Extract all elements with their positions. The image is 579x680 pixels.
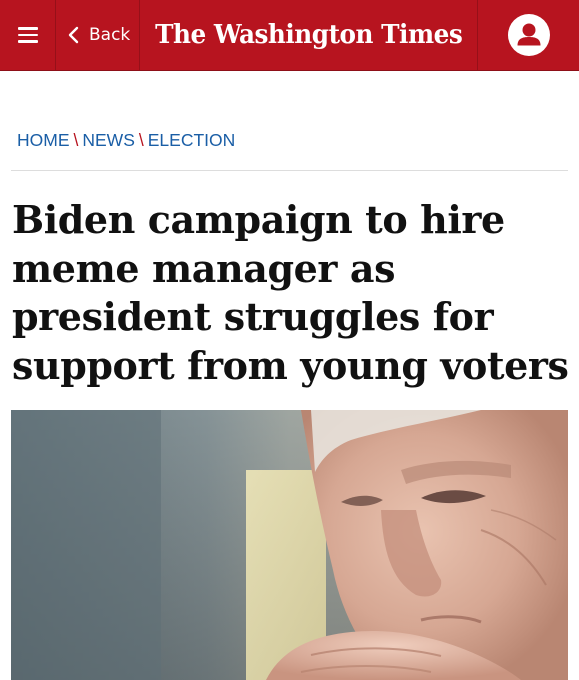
back-label: Back [89,25,131,45]
breadcrumb-election[interactable]: ELECTION [148,130,236,150]
menu-button[interactable] [0,0,55,70]
hamburger-icon [17,27,38,43]
site-logo-text: The Washington Times [154,20,463,50]
back-button[interactable]: Back [56,0,139,70]
article-page: Back The Washington Times HOME \ NEWS \ ELEC… [0,0,579,680]
account-button[interactable] [478,0,579,70]
top-nav-bar: Back The Washington Times [0,0,579,71]
chevron-left-icon [68,26,79,44]
article-hero-image[interactable] [11,410,568,680]
user-icon [507,14,550,56]
article-headline: Biden campaign to hire meme manager as p… [12,197,569,388]
breadcrumb-separator: \ [73,130,79,150]
breadcrumb: HOME \ NEWS \ ELECTION [17,130,235,151]
breadcrumb-news[interactable]: NEWS [82,130,135,150]
site-logo[interactable]: The Washington Times [140,0,477,70]
breadcrumb-divider [11,170,568,171]
breadcrumb-separator: \ [138,130,144,150]
breadcrumb-home[interactable]: HOME [17,130,70,150]
